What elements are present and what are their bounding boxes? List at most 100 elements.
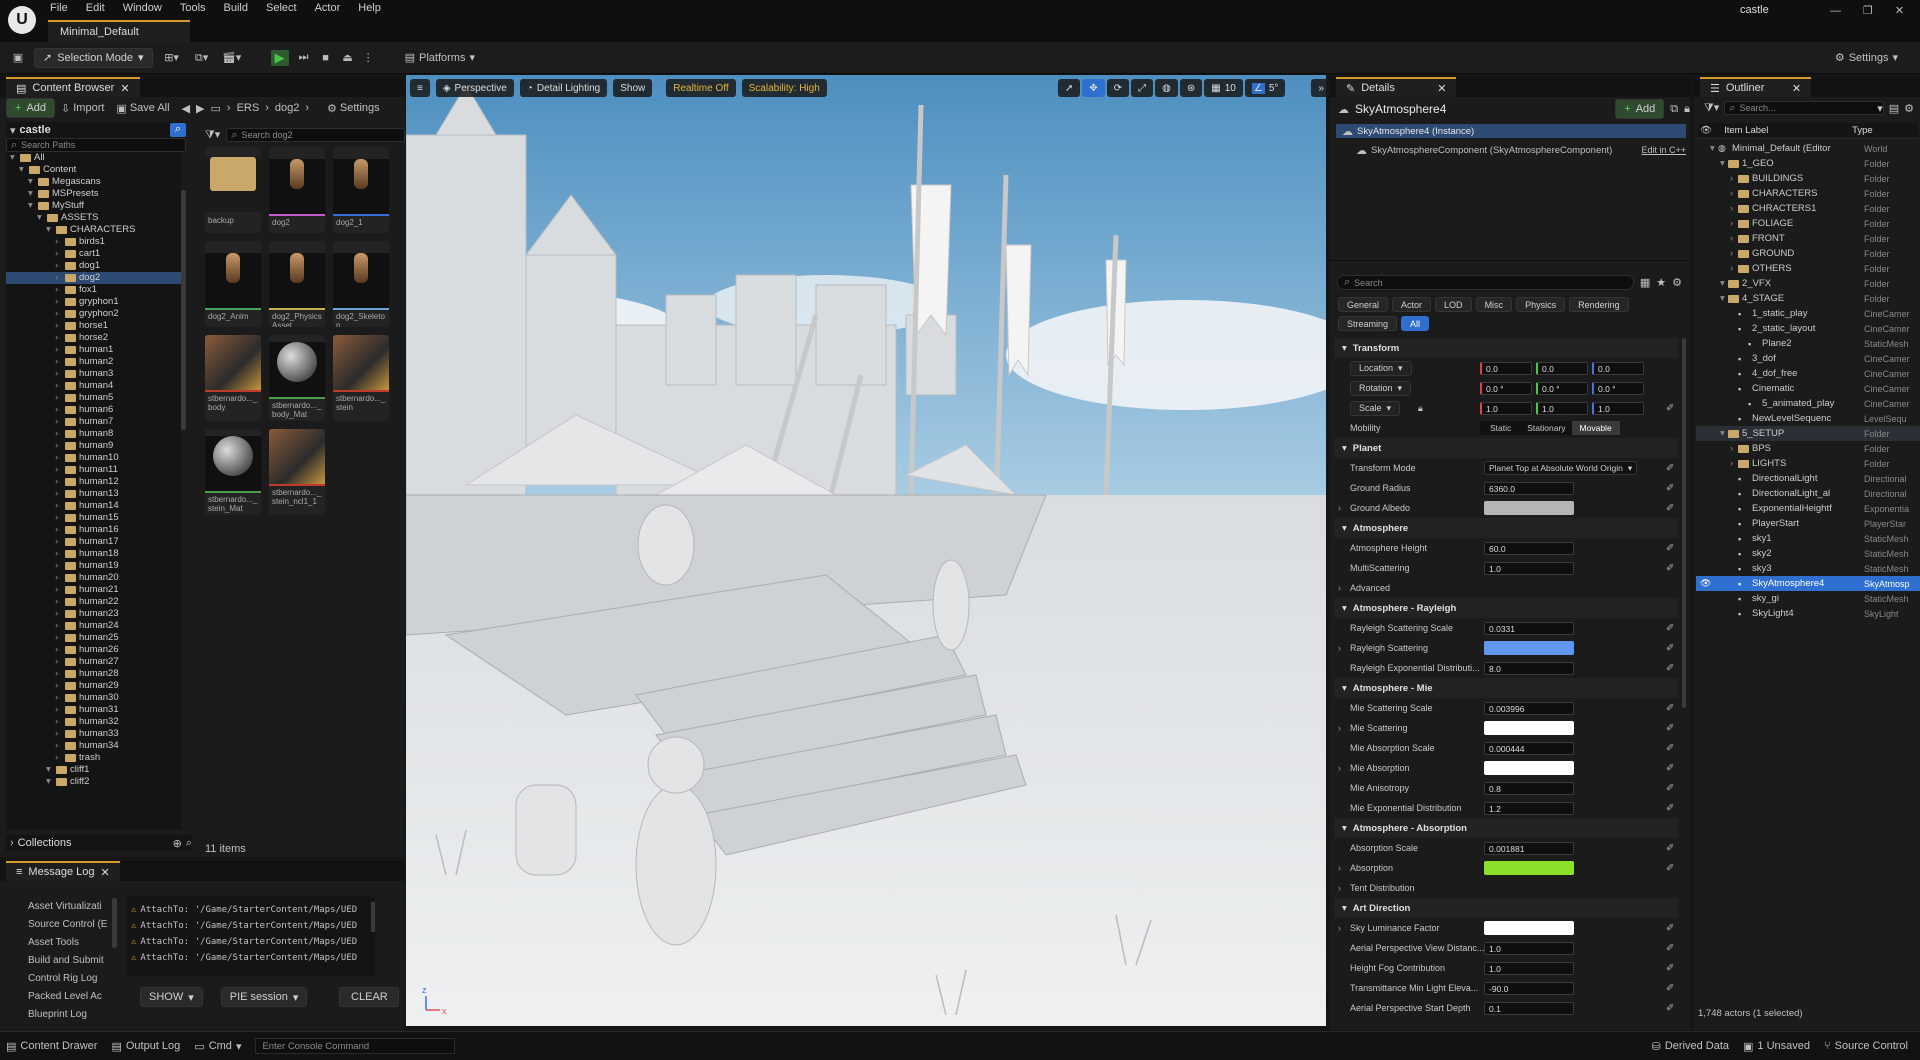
menu-item[interactable]: Tools [180, 2, 206, 14]
property-value-field[interactable]: 8.0 [1484, 661, 1574, 675]
chevron-right-icon[interactable]: › [55, 740, 62, 752]
tab-message-log[interactable]: ≡ Message Log ✕ [6, 861, 120, 881]
chevron-right-icon[interactable]: › [55, 428, 62, 440]
asset-tile[interactable]: stbernardo..._stein_ncl1_1 [269, 429, 325, 515]
filter-button[interactable]: Streaming [1338, 316, 1398, 331]
chevron-right-icon[interactable]: › [55, 488, 62, 500]
outliner-row[interactable]: ▪ NewLevelSequenc LevelSequ [1696, 411, 1920, 426]
property-value-field[interactable]: 1.0 [1484, 941, 1574, 955]
reset-icon[interactable]: ✐ [1666, 803, 1674, 814]
tree-folder-item[interactable]: › birds1 [6, 236, 181, 248]
location-y-field[interactable]: 0.0 [1536, 361, 1588, 375]
chevron-right-icon[interactable]: ▾ [28, 200, 35, 212]
categories-scrollbar[interactable] [112, 898, 117, 948]
asset-tile[interactable]: dog2_PhysicsAsset [269, 241, 325, 327]
chevron-right-icon[interactable]: › [55, 512, 62, 524]
chevron-right-icon[interactable]: ▾ [1720, 293, 1725, 304]
import-button[interactable]: ⇩ Import [61, 102, 104, 115]
chevron-right-icon[interactable]: ▾ [10, 152, 17, 164]
console-input[interactable]: Enter Console Command [255, 1038, 456, 1054]
reset-icon[interactable]: ✐ [1666, 783, 1674, 794]
tree-folder-item[interactable]: › human20 [6, 572, 181, 584]
color-swatch[interactable] [1484, 921, 1574, 935]
outliner-row[interactable]: ▪ PlayerStart PlayerStar [1696, 516, 1920, 531]
asset-tile[interactable]: stbernardo..._stein [333, 335, 389, 421]
tree-folder-item[interactable]: › gryphon1 [6, 296, 181, 308]
chevron-right-icon[interactable]: › [1338, 503, 1341, 513]
breadcrumb-item[interactable]: ERS [237, 102, 260, 114]
selection-mode-button[interactable]: ➚ Selection Mode ▾ [34, 47, 153, 68]
tree-folder-item[interactable]: › human5 [6, 392, 181, 404]
scale-y-field[interactable]: 1.0 [1536, 401, 1588, 415]
chevron-right-icon[interactable]: › [1338, 643, 1341, 653]
chevron-right-icon[interactable]: › [55, 272, 62, 284]
tree-folder-item[interactable]: › human6 [6, 404, 181, 416]
chevron-right-icon[interactable]: › [55, 716, 62, 728]
outliner-row[interactable]: ▪ DirectionalLight_al Directional [1696, 486, 1920, 501]
outliner-row[interactable]: ▪ 2_static_layout CineCamer [1696, 321, 1920, 336]
chevron-right-icon[interactable]: › [55, 260, 62, 272]
save-icon[interactable]: ▣ [10, 51, 26, 64]
details-search-input[interactable]: ⌕ Search [1337, 275, 1634, 290]
chevron-right-icon[interactable]: › [55, 380, 62, 392]
col-type[interactable]: Type [1852, 125, 1873, 136]
platforms-button[interactable]: ▤ Platforms ▾ [405, 51, 475, 65]
asset-search-input[interactable]: ⌕ Search dog2 [226, 128, 405, 142]
filter-button[interactable]: General [1338, 297, 1389, 312]
tree-folder-item[interactable]: › human17 [6, 536, 181, 548]
outliner-search-input[interactable]: ⌕ Search... ▾ [1724, 101, 1884, 115]
tree-folder-item[interactable]: › human32 [6, 716, 181, 728]
unreal-logo-icon[interactable]: U [8, 6, 36, 34]
perspective-button[interactable]: ◈ Perspective [435, 79, 514, 97]
reset-icon[interactable]: ✐ [1666, 963, 1674, 974]
table-view-icon[interactable]: ▦ [1640, 276, 1650, 289]
tree-folder-item[interactable]: › human1 [6, 344, 181, 356]
tree-folder-item[interactable]: ▾ cliff1 [6, 764, 181, 776]
collections-header[interactable]: › Collections ⊕ ⌕ [6, 835, 192, 851]
tree-folder-item[interactable]: ▾ cliff2 [6, 776, 181, 788]
tab-details[interactable]: ✎ Details ✕ [1336, 77, 1457, 97]
log-category-item[interactable]: Blueprint Log [28, 1006, 112, 1024]
unsaved-button[interactable]: ▣ 1 Unsaved [1743, 1040, 1810, 1053]
chevron-right-icon[interactable]: › [1730, 173, 1733, 184]
chevron-right-icon[interactable]: › [55, 692, 62, 704]
location-x-field[interactable]: 0.0 [1480, 361, 1532, 375]
chevron-right-icon[interactable]: › [55, 236, 62, 248]
log-category-item[interactable]: Source Control (E [28, 916, 112, 934]
more-options-icon[interactable]: ⋮ [363, 51, 374, 64]
rotate-icon[interactable]: ⟳ [1106, 79, 1130, 97]
log-category-item[interactable]: Asset Virtualizati [28, 898, 112, 916]
filter-button[interactable]: All [1401, 316, 1430, 331]
map-tab[interactable]: Minimal_Default [48, 20, 190, 42]
tree-folder-item[interactable]: › human23 [6, 608, 181, 620]
breadcrumb-item[interactable]: dog2 [275, 102, 299, 114]
tree-folder-item[interactable]: › human4 [6, 380, 181, 392]
filter-button[interactable]: LOD [1435, 297, 1472, 312]
reset-icon[interactable]: ✐ [1666, 663, 1674, 674]
chevron-right-icon[interactable]: › [55, 752, 62, 764]
reset-icon[interactable]: ✐ [1666, 503, 1674, 514]
property-dropdown[interactable]: Planet Top at Absolute World Origin ▾ [1484, 461, 1638, 475]
tree-folder-item[interactable]: › human22 [6, 596, 181, 608]
menu-item[interactable]: Help [358, 2, 381, 14]
log-category-item[interactable]: Control Rig Log [28, 970, 112, 988]
chevron-right-icon[interactable]: › [55, 248, 62, 260]
tree-folder-item[interactable]: › human7 [6, 416, 181, 428]
search-paths-input[interactable]: ⌕ Search Paths [6, 138, 186, 152]
show-dropdown[interactable]: SHOW ▾ [140, 987, 203, 1007]
chevron-right-icon[interactable]: › [55, 404, 62, 416]
reset-icon[interactable]: ✐ [1666, 743, 1674, 754]
asset-tile[interactable]: dog2_Anim [205, 241, 261, 327]
tree-folder-item[interactable]: › dog2 [6, 272, 181, 284]
lock-icon[interactable]: 🔒︎ [1684, 103, 1690, 116]
history-forward-icon[interactable]: ▶ [196, 102, 204, 115]
section-header[interactable]: ▾ Atmosphere - Absorption [1334, 818, 1678, 838]
filter-button[interactable]: Actor [1392, 297, 1432, 312]
chevron-right-icon[interactable]: › [55, 476, 62, 488]
reset-icon[interactable]: ✐ [1666, 563, 1674, 574]
blueprint-icon[interactable]: ⧉▾ [191, 51, 213, 65]
tree-folder-item[interactable]: › human14 [6, 500, 181, 512]
chevron-right-icon[interactable]: › [55, 500, 62, 512]
tree-folder-item[interactable]: › human27 [6, 656, 181, 668]
visibility-icon[interactable]: 👁︎ [1700, 578, 1711, 589]
